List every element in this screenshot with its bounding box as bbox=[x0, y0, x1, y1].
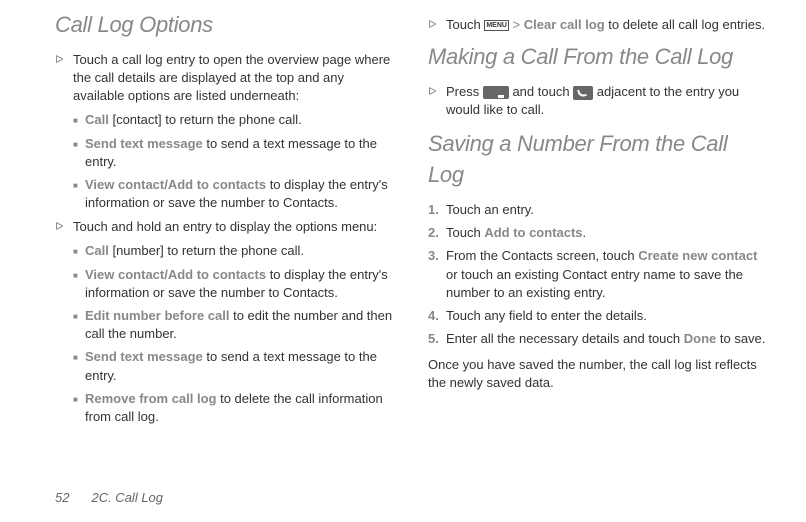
phone-icon bbox=[573, 86, 593, 100]
sub-bullet-text: Edit number before call to edit the numb… bbox=[85, 307, 393, 343]
page-footer: 52 2C. Call Log bbox=[55, 489, 766, 507]
sub-bullet-text: Call [number] to return the phone call. bbox=[85, 242, 393, 260]
bullet-item: ᐅ Touch MENU > Clear call log to delete … bbox=[428, 16, 766, 34]
square-icon: ■ bbox=[73, 111, 85, 129]
bold-label: Create new contact bbox=[638, 248, 757, 263]
heading-making-call: Making a Call From the Call Log bbox=[428, 42, 766, 73]
step-number: 3. bbox=[428, 247, 446, 302]
page-number: 52 bbox=[55, 489, 69, 507]
step-number: 4. bbox=[428, 307, 446, 325]
bold-label: View contact/Add to contacts bbox=[85, 177, 266, 192]
sub-bullet-text: Call [contact] to return the phone call. bbox=[85, 111, 393, 129]
step-number: 5. bbox=[428, 330, 446, 348]
text: Press bbox=[446, 84, 483, 99]
step-item: 3. From the Contacts screen, touch Creat… bbox=[428, 247, 766, 302]
bold-label: Call bbox=[85, 112, 109, 127]
bold-label: View contact/Add to contacts bbox=[85, 267, 266, 282]
arrow-icon: ᐅ bbox=[428, 83, 446, 119]
step-text: Enter all the necessary details and touc… bbox=[446, 330, 766, 348]
sub-bullet: ■ View contact/Add to contacts to displa… bbox=[73, 176, 393, 212]
arrow-icon: ᐅ bbox=[428, 16, 446, 34]
heading-saving-number: Saving a Number From the Call Log bbox=[428, 129, 766, 191]
text: [number] to return the phone call. bbox=[109, 243, 304, 258]
text: Touch bbox=[446, 17, 484, 32]
square-icon: ■ bbox=[73, 135, 85, 171]
bullet-text: Press and touch adjacent to the entry yo… bbox=[446, 83, 766, 119]
bullet-item: ᐅ Touch a call log entry to open the ove… bbox=[55, 51, 393, 106]
bold-label: Call bbox=[85, 243, 109, 258]
text: and touch bbox=[509, 84, 573, 99]
step-text: Touch an entry. bbox=[446, 201, 766, 219]
bullet-item: ᐅ Touch and hold an entry to display the… bbox=[55, 218, 393, 236]
step-text: From the Contacts screen, touch Create n… bbox=[446, 247, 766, 302]
square-icon: ■ bbox=[73, 390, 85, 426]
section-label: 2C. Call Log bbox=[91, 489, 163, 507]
bullet-text: Touch and hold an entry to display the o… bbox=[73, 218, 393, 236]
bold-label: Remove from call log bbox=[85, 391, 216, 406]
right-column: ᐅ Touch MENU > Clear call log to delete … bbox=[428, 10, 766, 489]
step-item: 1. Touch an entry. bbox=[428, 201, 766, 219]
sub-bullet-text: Remove from call log to delete the call … bbox=[85, 390, 393, 426]
step-number: 2. bbox=[428, 224, 446, 242]
square-icon: ■ bbox=[73, 307, 85, 343]
square-icon: ■ bbox=[73, 348, 85, 384]
sub-bullet-text: Send text message to send a text message… bbox=[85, 135, 393, 171]
left-column: Call Log Options ᐅ Touch a call log entr… bbox=[55, 10, 393, 489]
sub-bullet: ■ Send text message to send a text messa… bbox=[73, 348, 393, 384]
gt-symbol: > bbox=[509, 17, 524, 32]
step-item: 2. Touch Add to contacts. bbox=[428, 224, 766, 242]
sub-bullet-text: Send text message to send a text message… bbox=[85, 348, 393, 384]
step-item: 5. Enter all the necessary details and t… bbox=[428, 330, 766, 348]
square-icon: ■ bbox=[73, 266, 85, 302]
text: From the Contacts screen, touch bbox=[446, 248, 638, 263]
bullet-text: Touch MENU > Clear call log to delete al… bbox=[446, 16, 766, 34]
sub-bullet: ■ Call [contact] to return the phone cal… bbox=[73, 111, 393, 129]
arrow-icon: ᐅ bbox=[55, 218, 73, 236]
text: [contact] to return the phone call. bbox=[109, 112, 302, 127]
sub-bullet: ■ Call [number] to return the phone call… bbox=[73, 242, 393, 260]
bold-label: Edit number before call bbox=[85, 308, 229, 323]
sub-bullet: ■ Send text message to send a text messa… bbox=[73, 135, 393, 171]
text: to save. bbox=[716, 331, 765, 346]
text: Touch bbox=[446, 225, 484, 240]
bold-label: Send text message bbox=[85, 349, 203, 364]
bold-label: Done bbox=[684, 331, 717, 346]
home-key-icon bbox=[483, 86, 509, 99]
closing-paragraph: Once you have saved the number, the call… bbox=[428, 356, 766, 392]
text: or touch an existing Contact entry name … bbox=[446, 267, 743, 300]
sub-bullet: ■ Remove from call log to delete the cal… bbox=[73, 390, 393, 426]
heading-call-log-options: Call Log Options bbox=[55, 10, 393, 41]
sub-bullet: ■ View contact/Add to contacts to displa… bbox=[73, 266, 393, 302]
square-icon: ■ bbox=[73, 176, 85, 212]
sub-bullet: ■ Edit number before call to edit the nu… bbox=[73, 307, 393, 343]
bullet-text: Touch a call log entry to open the overv… bbox=[73, 51, 393, 106]
text: . bbox=[583, 225, 587, 240]
step-text: Touch any field to enter the details. bbox=[446, 307, 766, 325]
bold-label: Send text message bbox=[85, 136, 203, 151]
bold-label: Add to contacts bbox=[484, 225, 582, 240]
square-icon: ■ bbox=[73, 242, 85, 260]
step-item: 4. Touch any field to enter the details. bbox=[428, 307, 766, 325]
step-text: Touch Add to contacts. bbox=[446, 224, 766, 242]
arrow-icon: ᐅ bbox=[55, 51, 73, 106]
step-number: 1. bbox=[428, 201, 446, 219]
bullet-item: ᐅ Press and touch adjacent to the entry … bbox=[428, 83, 766, 119]
text: Enter all the necessary details and touc… bbox=[446, 331, 684, 346]
sub-bullet-text: View contact/Add to contacts to display … bbox=[85, 176, 393, 212]
menu-icon: MENU bbox=[484, 20, 509, 31]
text: to delete all call log entries. bbox=[605, 17, 765, 32]
page-columns: Call Log Options ᐅ Touch a call log entr… bbox=[55, 10, 766, 489]
bold-label: Clear call log bbox=[524, 17, 605, 32]
sub-bullet-text: View contact/Add to contacts to display … bbox=[85, 266, 393, 302]
